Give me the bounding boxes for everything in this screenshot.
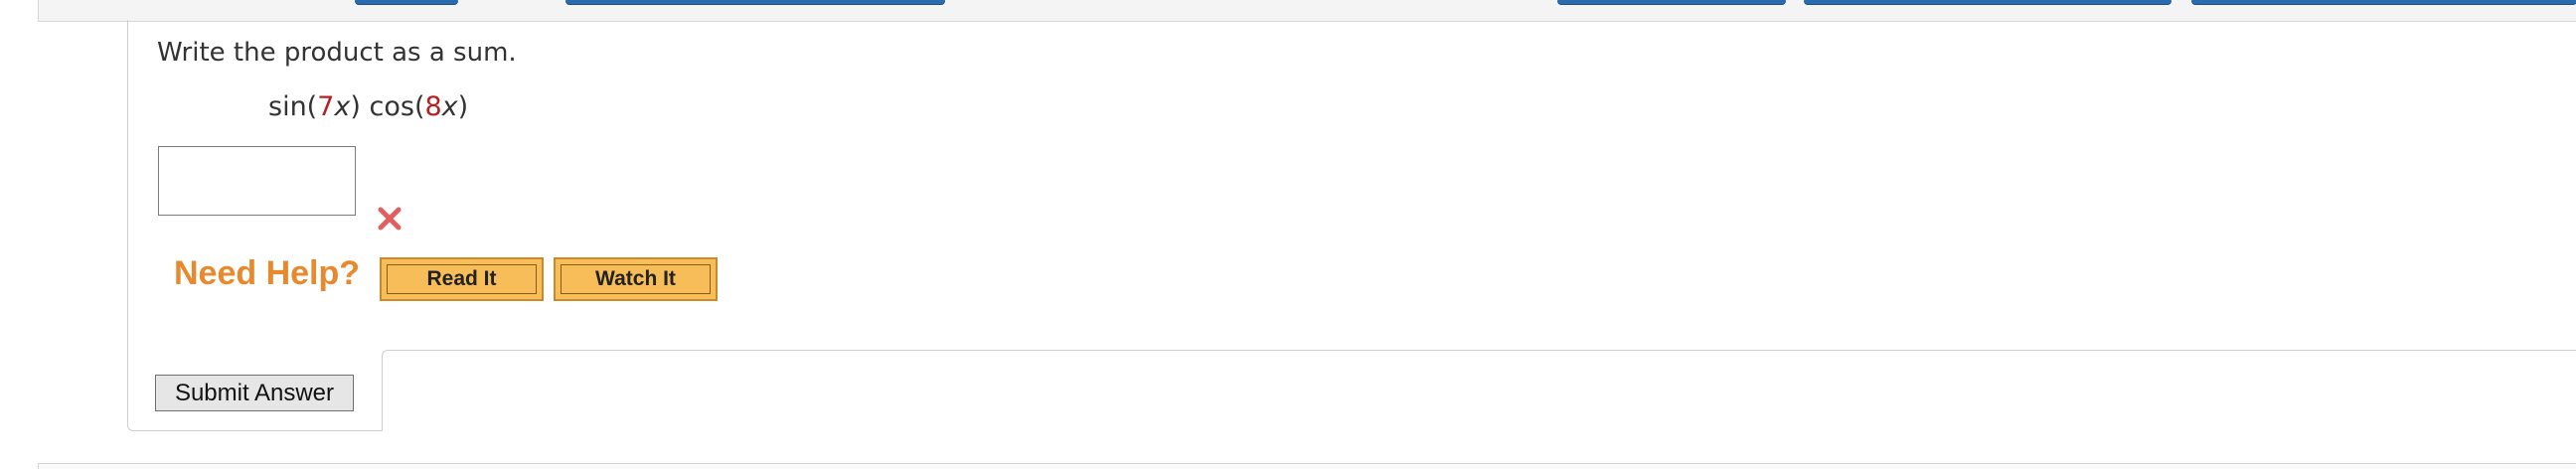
math-expression: sin(7x) cos(8x) [268, 91, 468, 122]
toolbar-button[interactable] [1557, 0, 1786, 4]
question-prompt: Write the product as a sum. [157, 38, 517, 68]
toolbar-button[interactable] [2191, 0, 2576, 4]
read-it-button[interactable]: Read It [380, 257, 544, 301]
expr-func-cos: ) cos( [350, 91, 425, 122]
need-help-label: Need Help? [174, 254, 361, 292]
expr-variable-1: x [334, 91, 351, 122]
expr-func-sin: sin( [268, 91, 318, 122]
feedback-area [382, 350, 2576, 431]
expr-coefficient-2: 8 [424, 91, 442, 122]
expr-variable-2: x [441, 91, 458, 122]
next-question-panel-edge [38, 463, 2576, 469]
submit-answer-button[interactable]: Submit Answer [155, 375, 354, 411]
top-toolbar [38, 0, 2576, 22]
answer-input[interactable] [158, 146, 356, 216]
watch-it-button[interactable]: Watch It [554, 257, 718, 301]
incorrect-x-icon [378, 207, 402, 231]
toolbar-button[interactable] [355, 0, 458, 4]
expr-close-paren: ) [457, 91, 469, 122]
watch-it-label: Watch It [561, 264, 711, 294]
toolbar-button[interactable] [1804, 0, 2172, 4]
read-it-label: Read It [387, 264, 537, 294]
expr-coefficient-1: 7 [317, 91, 335, 122]
toolbar-button[interactable] [565, 0, 945, 4]
